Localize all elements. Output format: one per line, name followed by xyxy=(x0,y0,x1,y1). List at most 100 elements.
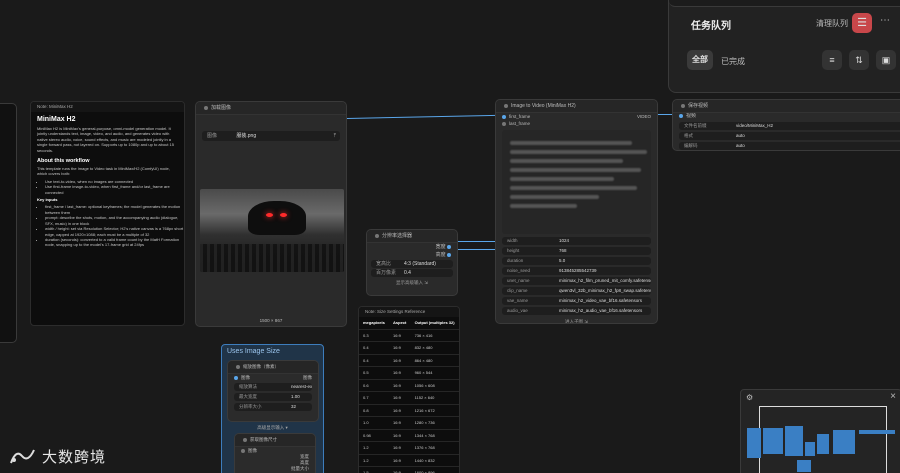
input-socket-icon[interactable] xyxy=(234,375,238,380)
output-socket-icon[interactable] xyxy=(447,252,451,257)
upload-icon[interactable]: ⤒ xyxy=(334,131,336,141)
table-row: 0.4 16:9 832 × 480 xyxy=(359,341,459,355)
task-queue-panel[interactable]: 任务队列 清理队列 ☰ ⋯ 全部 已完成 ≡ ⇅ ▣ xyxy=(668,0,900,93)
offscreen-node[interactable] xyxy=(0,103,17,343)
table-header: megapixels xyxy=(359,317,390,330)
save-video-node[interactable]: 保存视频 视频 文件名前缀 video/MiniMax_H2 格式 auto 编解码 au… xyxy=(672,99,900,151)
output-width[interactable]: 宽度 xyxy=(367,243,457,251)
node-header[interactable]: 分辨率选择器 xyxy=(367,230,457,243)
node-header[interactable]: 加载图像 xyxy=(196,102,346,115)
table-row: 0.5 16:9 960 × 544 xyxy=(359,366,459,380)
input-socket-icon[interactable] xyxy=(502,121,506,126)
input-video[interactable]: 视频 xyxy=(673,113,900,120)
node-header[interactable]: Note: Size Settings Reference xyxy=(359,307,459,317)
field-label: width xyxy=(507,238,518,243)
param-width[interactable]: width 1024 xyxy=(502,237,651,245)
input-socket-icon[interactable] xyxy=(679,113,683,118)
param-height[interactable]: height 768 xyxy=(502,247,651,255)
clear-queue-button[interactable]: ☰ xyxy=(852,13,872,33)
io-image[interactable]: 图像 图像 xyxy=(228,374,318,381)
aspect-ratio-select[interactable]: 宽高比 4:3 (Standard) xyxy=(371,260,453,268)
table-cell: 1056 × 608 xyxy=(410,379,459,392)
output-batch[interactable]: 批量大小 xyxy=(235,466,315,472)
table-cell: 736 × 416 xyxy=(410,329,459,342)
scale-image-node[interactable]: 缩放图像（像素） 图像图像 缩放算法 nearest-exact 最大宽度 1.00 分… xyxy=(227,360,319,422)
upscale-group[interactable]: Uses Image Size 缩放图像（像素） 图像 图像 缩放算法 neares… xyxy=(221,344,324,473)
input-socket-icon[interactable] xyxy=(502,114,506,119)
minimap-settings-icon[interactable]: ⚙ xyxy=(746,393,753,402)
output-socket-icon[interactable] xyxy=(447,244,451,249)
advanced-inputs-toggle[interactable]: 显示高级输入 ⇲ xyxy=(367,278,457,287)
get-image-size-node[interactable]: 获取图像尺寸 图像 宽度 高度 批量大小 xyxy=(234,433,316,473)
enter-subgraph-link[interactable]: 进入子图 ⇲ xyxy=(496,317,657,323)
node-header[interactable]: 缩放图像（像素） xyxy=(228,361,318,374)
note-node-minimax[interactable]: Note: MiniMax H2 MiniMax H2 MiniMax H2 i… xyxy=(30,101,185,326)
table-cell: 864 × 480 xyxy=(410,354,459,367)
advanced-inputs-toggle[interactable]: 高级显示输入 ▾ xyxy=(222,425,323,431)
clear-queue-label[interactable]: 清理队列 xyxy=(816,18,848,29)
minimap[interactable]: ⚙ × xyxy=(740,389,900,473)
param-unet-name[interactable]: unet_name minimax_h2_film_pruned_mit_comf… xyxy=(502,277,651,285)
output-height[interactable]: 高度 xyxy=(367,251,457,259)
table-row: 0.6 16:9 1056 × 608 xyxy=(359,379,459,392)
node-header[interactable]: Note: MiniMax H2 xyxy=(31,102,184,112)
collapse-dot[interactable] xyxy=(236,364,240,369)
filter-all-tab[interactable]: 全部 xyxy=(687,50,713,70)
param-duration[interactable]: duration 5.0 xyxy=(502,257,651,265)
field-value: 1024 xyxy=(559,238,570,243)
field-value: 913845285542739 xyxy=(559,268,597,273)
save-param-field[interactable]: 编解码 auto xyxy=(679,142,900,150)
table-cell: 16:9 xyxy=(389,366,411,380)
param-vae-name[interactable]: vae_name minimax_h2_video_vae_bf16.safete… xyxy=(502,297,651,305)
collapse-dot[interactable] xyxy=(204,105,208,110)
megapixels-field[interactable]: 百万像素 0.4 xyxy=(371,269,453,277)
scale-param-field[interactable]: 分辨率大小 32 xyxy=(234,403,312,411)
table-cell: 960 × 544 xyxy=(410,366,459,380)
resolution-selector-node[interactable]: 分辨率选择器 宽度 高度 宽高比 4:3 (Standard) 百万像素 0.4 显… xyxy=(366,229,458,296)
filter-done-tab[interactable]: 已完成 xyxy=(721,56,745,67)
table-cell: 16:9 xyxy=(389,379,411,392)
list-item: Use first-frame image-to-video, when fir… xyxy=(45,184,184,195)
save-param-field[interactable]: 格式 auto xyxy=(679,132,900,140)
collapse-dot[interactable] xyxy=(504,103,508,108)
image-to-video-node[interactable]: Image to Video (MiniMax H2) first_frame V… xyxy=(495,99,658,324)
input-socket-icon[interactable] xyxy=(241,448,245,453)
input-first-frame[interactable]: first_frame VIDEO xyxy=(496,113,657,120)
group-title[interactable]: Uses Image Size xyxy=(222,345,323,358)
table-row: 0.3 16:9 736 × 416 xyxy=(359,329,459,342)
output-video[interactable]: VIDEO xyxy=(637,113,651,120)
minimap-node xyxy=(833,430,855,454)
scale-param-field[interactable]: 缩放算法 nearest-exact xyxy=(234,383,312,391)
collapse-dot[interactable] xyxy=(375,233,379,238)
collapse-dot[interactable] xyxy=(243,437,247,442)
close-icon[interactable]: × xyxy=(890,391,896,402)
param-clip-name[interactable]: clip_name qwen3vl_32b_minimax_h2_fp8_swap… xyxy=(502,287,651,295)
save-param-field[interactable]: 文件名前缀 video/MiniMax_H2 xyxy=(679,122,900,130)
list-item: prompt: describe the shots, motion, and … xyxy=(45,215,184,226)
node-header[interactable]: 获取图像尺寸 xyxy=(235,434,315,447)
table-cell: 16:9 xyxy=(389,416,411,430)
param-noise-seed[interactable]: noise_seed 913845285542739 xyxy=(502,267,651,275)
scale-param-field[interactable]: 最大宽度 1.00 xyxy=(234,393,312,401)
table-cell: 16:9 xyxy=(389,354,411,367)
field-value: 768 xyxy=(559,248,567,253)
input-image[interactable]: 图像 xyxy=(235,447,315,454)
image-preview xyxy=(200,189,344,272)
param-audio-vae[interactable]: audio_vae minimax_h2_audio_vae_bf16.safet… xyxy=(502,307,651,315)
more-options-icon[interactable]: ⋯ xyxy=(880,15,890,26)
sort-icon[interactable]: ⇅ xyxy=(849,50,869,70)
table-cell: 16:9 xyxy=(389,429,411,442)
prompt-textarea[interactable] xyxy=(502,130,651,234)
filter-icon[interactable]: ≡ xyxy=(822,50,842,70)
load-image-node[interactable]: 加载图像 图像 服装.png ⤒ 1500 × 867 xyxy=(195,101,347,327)
preview-shape xyxy=(248,201,306,235)
image-file-select[interactable]: 图像 服装.png ⤒ xyxy=(202,131,340,141)
size-table: megapixels Aspect Output (multiples 32) … xyxy=(359,317,459,473)
size-reference-note[interactable]: Note: Size Settings Reference megapixels… xyxy=(358,306,460,473)
collapse-dot[interactable] xyxy=(681,103,685,108)
node-header[interactable]: 保存视频 xyxy=(673,100,900,113)
image-size-caption: 1500 × 867 xyxy=(259,318,283,323)
image-view-icon[interactable]: ▣ xyxy=(876,50,896,70)
input-last-frame[interactable]: last_frame xyxy=(496,120,657,127)
node-header[interactable]: Image to Video (MiniMax H2) xyxy=(496,100,657,113)
